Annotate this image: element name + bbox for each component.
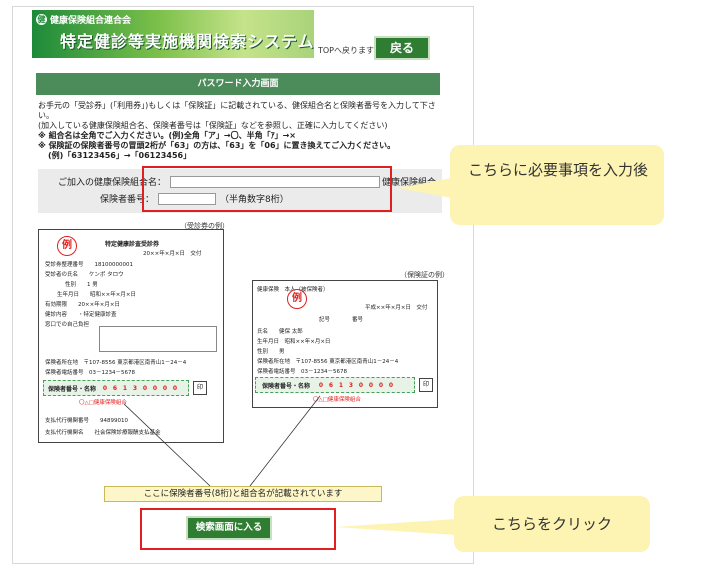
ticket-line: 窓口での自己負担	[45, 322, 90, 328]
ticket-line: 保険者所在地 〒107-8556 東京都港区南青山1－24－4	[45, 360, 187, 366]
ticket-line: 受診者の氏名 ケンポ タロウ	[45, 272, 124, 278]
digit: 0	[388, 381, 394, 389]
strip-note: 〇△□健康保険組合	[313, 397, 361, 403]
digit: 6	[328, 381, 334, 389]
digit: 1	[338, 381, 344, 389]
system-title: 特定健診等実施機関検索システム	[60, 32, 315, 51]
back-button[interactable]: 戻る	[374, 36, 430, 60]
stamp-box: 印	[419, 378, 433, 392]
card-line: 氏名 健保 太郎	[257, 329, 303, 335]
instruction-note: ※ 保険証の保険者番号の冒頭2桁が「63」の方は、「63」を「06」に置き換えて…	[38, 141, 396, 150]
callout-tail	[336, 519, 456, 535]
ticket-line: 支払代行機関名 社会保険診療報酬支払基金	[45, 430, 161, 436]
digit: 0	[102, 384, 108, 392]
ticket-line: 有効期限 20××年×月×日	[45, 302, 120, 308]
association-name: 健康保険組合連合会	[50, 16, 132, 26]
card-line: 健康保険 本人（被保険者）	[257, 287, 329, 293]
instruction-example: (例)「63123456」→「06123456」	[48, 151, 192, 160]
digit: 0	[152, 384, 158, 392]
association-logo-icon: 健	[36, 14, 47, 25]
digit: 0	[172, 384, 178, 392]
button-highlight-box	[140, 508, 336, 550]
card-line: 性別 男	[257, 349, 285, 355]
ticket-heading: 特定健康診査受診券	[105, 241, 160, 248]
ticket-line: 性別 1 男	[65, 282, 98, 288]
digit: 0	[162, 384, 168, 392]
top-return-text[interactable]: TOPへ戻ります	[318, 45, 374, 56]
stamp-box: 印	[193, 381, 207, 395]
digit: 0	[142, 384, 148, 392]
ticket-sample: 例 特定健康診査受診券 20××年×月×日 交付 受診券整理番号 1810000…	[38, 229, 224, 443]
instructions: お手元の「受診券」(「利用券」)もしくは「保険証」に記載されている、健保組合名と…	[38, 101, 440, 161]
ticket-number-strip: 保険者番号・名称 0 6 1 3 0 0 0 0	[43, 380, 189, 396]
card-line: 保険者電話番号 03－1234－5678	[257, 369, 347, 375]
instruction-line: (加入している健康保険組合名、保険者番号は「保険証」などを参照し、正確に入力して…	[38, 121, 388, 130]
ticket-line: 受診券整理番号 18100000001	[45, 262, 133, 268]
digit: 6	[112, 384, 118, 392]
input-highlight-box	[142, 166, 392, 212]
insurance-card-sample: 例 健康保険 本人（被保険者） 平成××年×月×日 交付 記号 番号 氏名 健保…	[252, 280, 438, 408]
digit: 1	[122, 384, 128, 392]
callout-tail	[398, 178, 452, 198]
card-line: 記号 番号	[319, 317, 364, 323]
digit: 0	[368, 381, 374, 389]
association-label: 健 健康保険組合連合会	[36, 13, 131, 26]
card-number-strip: 保険者番号・名称 0 6 1 3 0 0 0 0	[255, 377, 415, 393]
section-title-bar: パスワード入力画面	[36, 73, 440, 95]
copay-table	[99, 326, 217, 352]
card-line: 保険者所在地 〒107-8556 東京都港区南青山1－24－4	[257, 359, 399, 365]
instruction-line: お手元の「受診券」(「利用券」)もしくは「保険証」に記載されている、健保組合名と…	[38, 101, 436, 120]
digit: 3	[132, 384, 138, 392]
digit: 0	[378, 381, 384, 389]
ticket-line: 生年月日 昭和××年×月×日	[57, 292, 136, 298]
sample-note: ここに保険者番号(8桁)と組合名が記載されています	[104, 486, 382, 502]
example-mark: 例	[57, 236, 77, 256]
number-label: 保険者番号・名称	[262, 382, 311, 390]
ticket-issued: 20××年×月×日 交付	[143, 251, 202, 257]
number-label: 保険者番号・名称	[48, 385, 97, 393]
card-line: 平成××年×月×日 交付	[365, 305, 428, 311]
digit: 3	[348, 381, 354, 389]
ticket-line: 健診内容 ・特定健康診査	[45, 312, 117, 318]
instruction-note: ※ 組合名は全角でご入力ください。(例)全角「ア」→〇、半角「ｱ」→×	[38, 131, 296, 140]
digit: 0	[358, 381, 364, 389]
header-banner: 健 健康保険組合連合会 特定健診等実施機関検索システム	[32, 10, 314, 58]
callout-input: こちらに必要事項を入力後	[450, 145, 664, 225]
strip-note: 〇△□健康保険組合	[79, 400, 127, 406]
digit: 0	[318, 381, 324, 389]
ticket-line: 支払代行機関番号 94899010	[45, 418, 128, 424]
callout-click: こちらをクリック	[454, 496, 650, 552]
ticket-line: 保険者電話番号 03－1234－5678	[45, 370, 135, 376]
insurance-caption: （保険証の例）	[400, 271, 449, 279]
card-line: 生年月日 昭和××年×月×日	[257, 339, 331, 345]
